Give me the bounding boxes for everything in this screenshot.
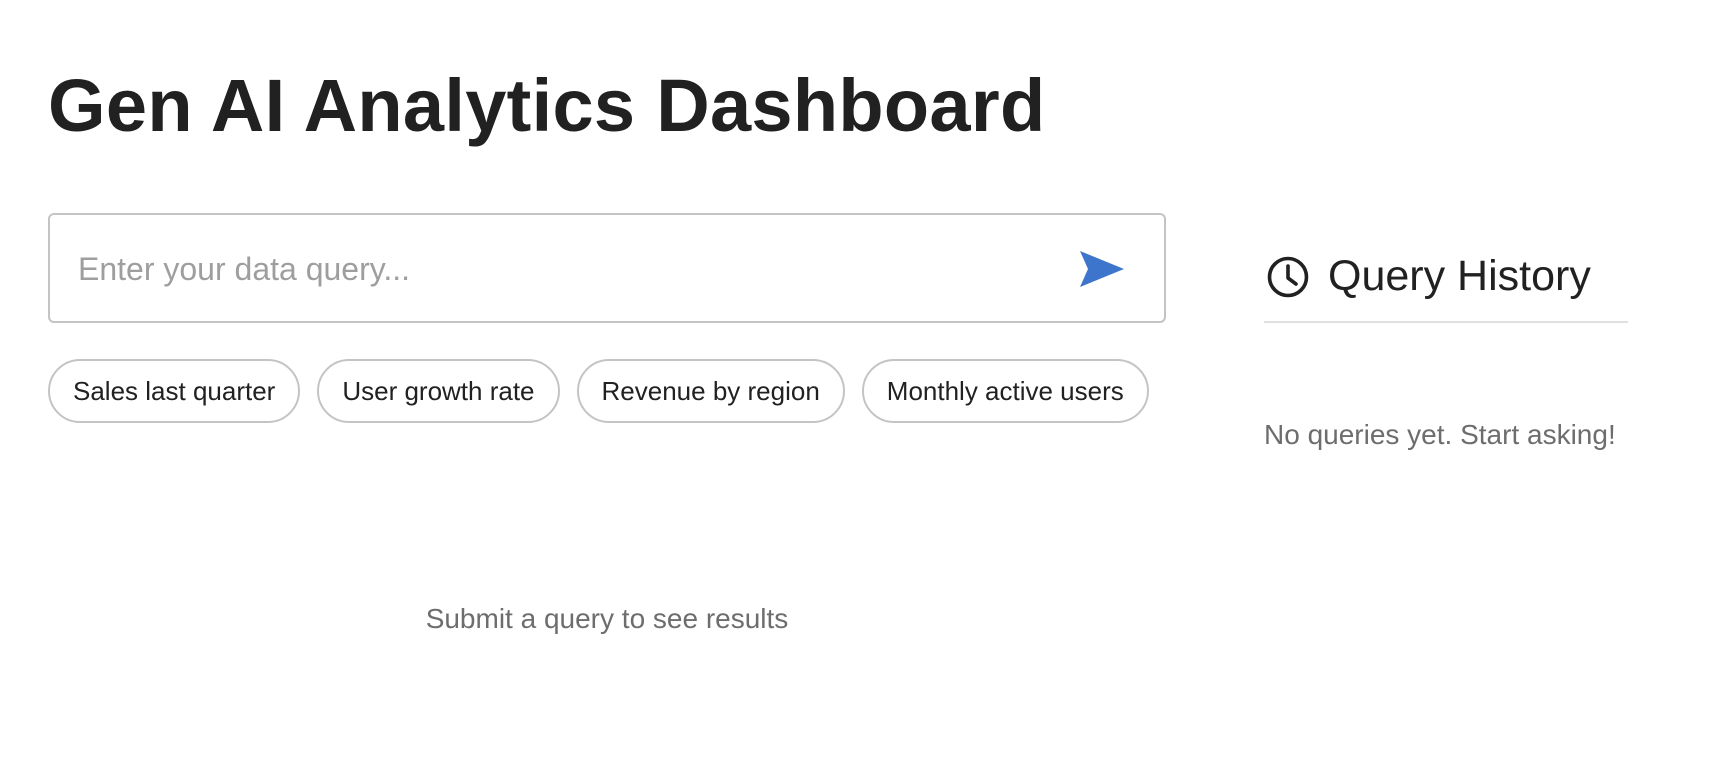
dashboard-page: Gen AI Analytics Dashboard Sales last qu…: [0, 0, 1728, 774]
query-box: [48, 213, 1166, 323]
suggestion-chip-monthly-active-users[interactable]: Monthly active users: [861, 359, 1149, 423]
suggestion-chip-revenue-by-region[interactable]: Revenue by region: [576, 359, 845, 423]
query-input[interactable]: [76, 215, 1060, 323]
page-title: Gen AI Analytics Dashboard: [48, 64, 1046, 147]
query-history-header: Query History: [1264, 252, 1628, 323]
query-history-panel: Query History No queries yet. Start aski…: [1264, 252, 1628, 451]
suggestion-chips: Sales last quarter User growth rate Reve…: [48, 359, 1149, 423]
suggestion-chip-user-growth-rate[interactable]: User growth rate: [317, 359, 560, 423]
clock-icon: [1267, 256, 1309, 297]
send-button[interactable]: [1078, 249, 1126, 289]
send-icon: [1080, 251, 1124, 287]
query-history-empty-message: No queries yet. Start asking!: [1264, 419, 1616, 450]
suggestion-chip-sales-last-quarter[interactable]: Sales last quarter: [48, 359, 301, 423]
query-history-title: Query History: [1328, 252, 1591, 300]
results-empty-message: Submit a query to see results: [425, 603, 789, 634]
query-panel: Sales last quarter User growth rate Reve…: [48, 213, 1168, 634]
